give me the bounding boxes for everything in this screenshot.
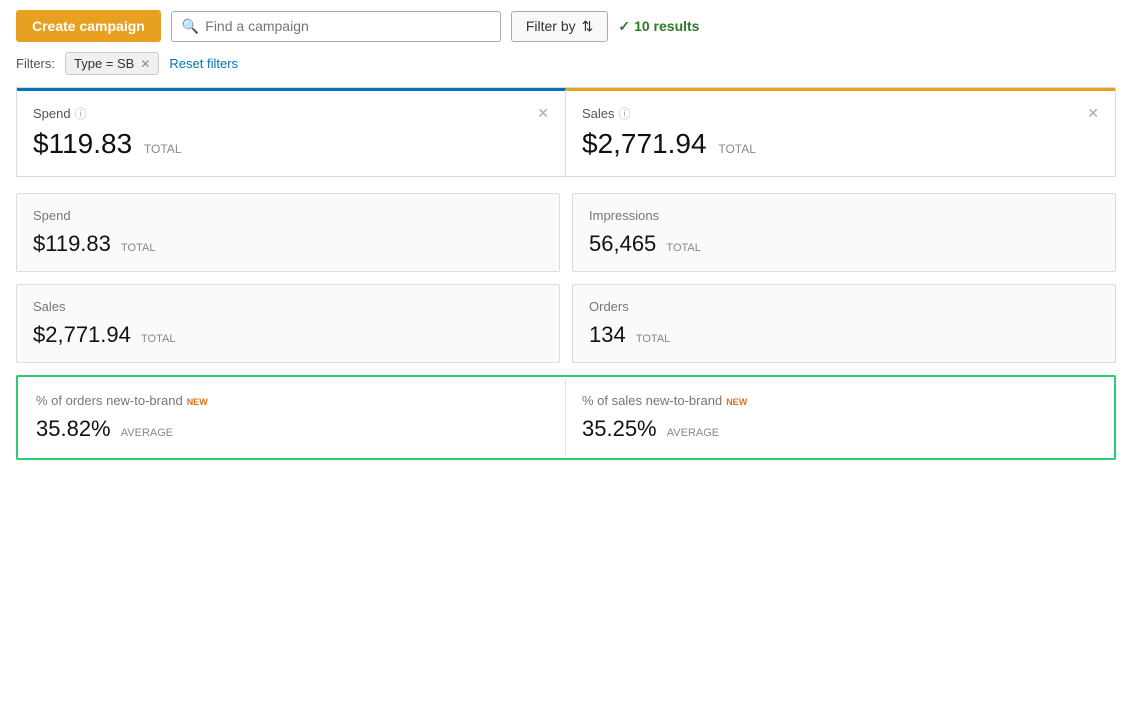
ntb-card-orders-title: % of orders new-to-brand NEW <box>36 393 549 408</box>
filter-sort-icon: ⇅ <box>582 18 594 35</box>
summary-card-sales-value: $2,771.94 TOTAL <box>582 128 1099 160</box>
search-box: 🔍 <box>171 11 501 42</box>
metric-card-sales-title: Sales <box>33 299 543 314</box>
ntb-orders-new-badge: NEW <box>187 397 208 407</box>
search-icon: 🔍 <box>182 18 199 35</box>
summary-card-spend: Spend ⓘ ✕ $119.83 TOTAL <box>17 88 566 176</box>
metric-card-impressions-value: 56,465 TOTAL <box>589 231 1099 257</box>
summary-cards: Spend ⓘ ✕ $119.83 TOTAL Sales ⓘ ✕ $2,771… <box>16 87 1116 177</box>
filter-tag-type-sb: Type = SB ✕ <box>65 52 159 75</box>
metrics-grid: Spend $119.83 TOTAL Impressions 56,465 T… <box>16 193 1116 363</box>
ntb-sales-new-badge: NEW <box>726 397 747 407</box>
filter-tag-remove-button[interactable]: ✕ <box>140 57 150 71</box>
summary-card-spend-header: Spend ⓘ ✕ <box>33 105 549 122</box>
summary-card-sales-title: Sales ⓘ <box>582 105 631 122</box>
filter-by-label: Filter by <box>526 18 576 34</box>
metric-card-orders-title: Orders <box>589 299 1099 314</box>
metric-card-spend-value: $119.83 TOTAL <box>33 231 543 257</box>
ntb-card-sales-title: % of sales new-to-brand NEW <box>582 393 1096 408</box>
metric-card-impressions: Impressions 56,465 TOTAL <box>572 193 1116 272</box>
ntb-card-orders-value: 35.82% AVERAGE <box>36 416 549 442</box>
top-bar: Create campaign 🔍 Filter by ⇅ ✓ 10 resul… <box>16 10 1116 42</box>
search-input[interactable] <box>205 18 490 34</box>
spend-info-icon[interactable]: ⓘ <box>75 105 87 122</box>
filter-by-button[interactable]: Filter by ⇅ <box>511 11 609 42</box>
new-to-brand-section: % of orders new-to-brand NEW 35.82% AVER… <box>16 375 1116 460</box>
summary-card-spend-value: $119.83 TOTAL <box>33 128 549 160</box>
ntb-card-orders: % of orders new-to-brand NEW 35.82% AVER… <box>20 379 566 456</box>
summary-card-spend-title: Spend ⓘ <box>33 105 87 122</box>
sales-info-icon[interactable]: ⓘ <box>619 105 631 122</box>
metric-card-orders: Orders 134 TOTAL <box>572 284 1116 363</box>
metrics-section: Spend $119.83 TOTAL Impressions 56,465 T… <box>16 193 1116 460</box>
summary-card-spend-close[interactable]: ✕ <box>537 105 549 122</box>
metric-card-spend: Spend $119.83 TOTAL <box>16 193 560 272</box>
metric-card-sales: Sales $2,771.94 TOTAL <box>16 284 560 363</box>
filter-tag-text: Type = SB <box>74 56 134 71</box>
metric-card-sales-value: $2,771.94 TOTAL <box>33 322 543 348</box>
ntb-card-sales-value: 35.25% AVERAGE <box>582 416 1096 442</box>
metric-card-impressions-title: Impressions <box>589 208 1099 223</box>
results-badge: ✓ 10 results <box>618 18 699 35</box>
ntb-grid: % of orders new-to-brand NEW 35.82% AVER… <box>20 379 1112 456</box>
summary-card-sales-close[interactable]: ✕ <box>1087 105 1099 122</box>
check-icon: ✓ <box>618 18 630 35</box>
metric-card-spend-title: Spend <box>33 208 543 223</box>
reset-filters-link[interactable]: Reset filters <box>169 56 238 71</box>
ntb-card-sales: % of sales new-to-brand NEW 35.25% AVERA… <box>566 379 1112 456</box>
summary-card-sales-header: Sales ⓘ ✕ <box>582 105 1099 122</box>
filters-label: Filters: <box>16 56 55 71</box>
metric-card-orders-value: 134 TOTAL <box>589 322 1099 348</box>
filters-row: Filters: Type = SB ✕ Reset filters <box>16 52 1116 75</box>
create-campaign-button[interactable]: Create campaign <box>16 10 161 42</box>
results-count: 10 results <box>634 18 699 34</box>
summary-card-sales: Sales ⓘ ✕ $2,771.94 TOTAL <box>566 88 1115 176</box>
